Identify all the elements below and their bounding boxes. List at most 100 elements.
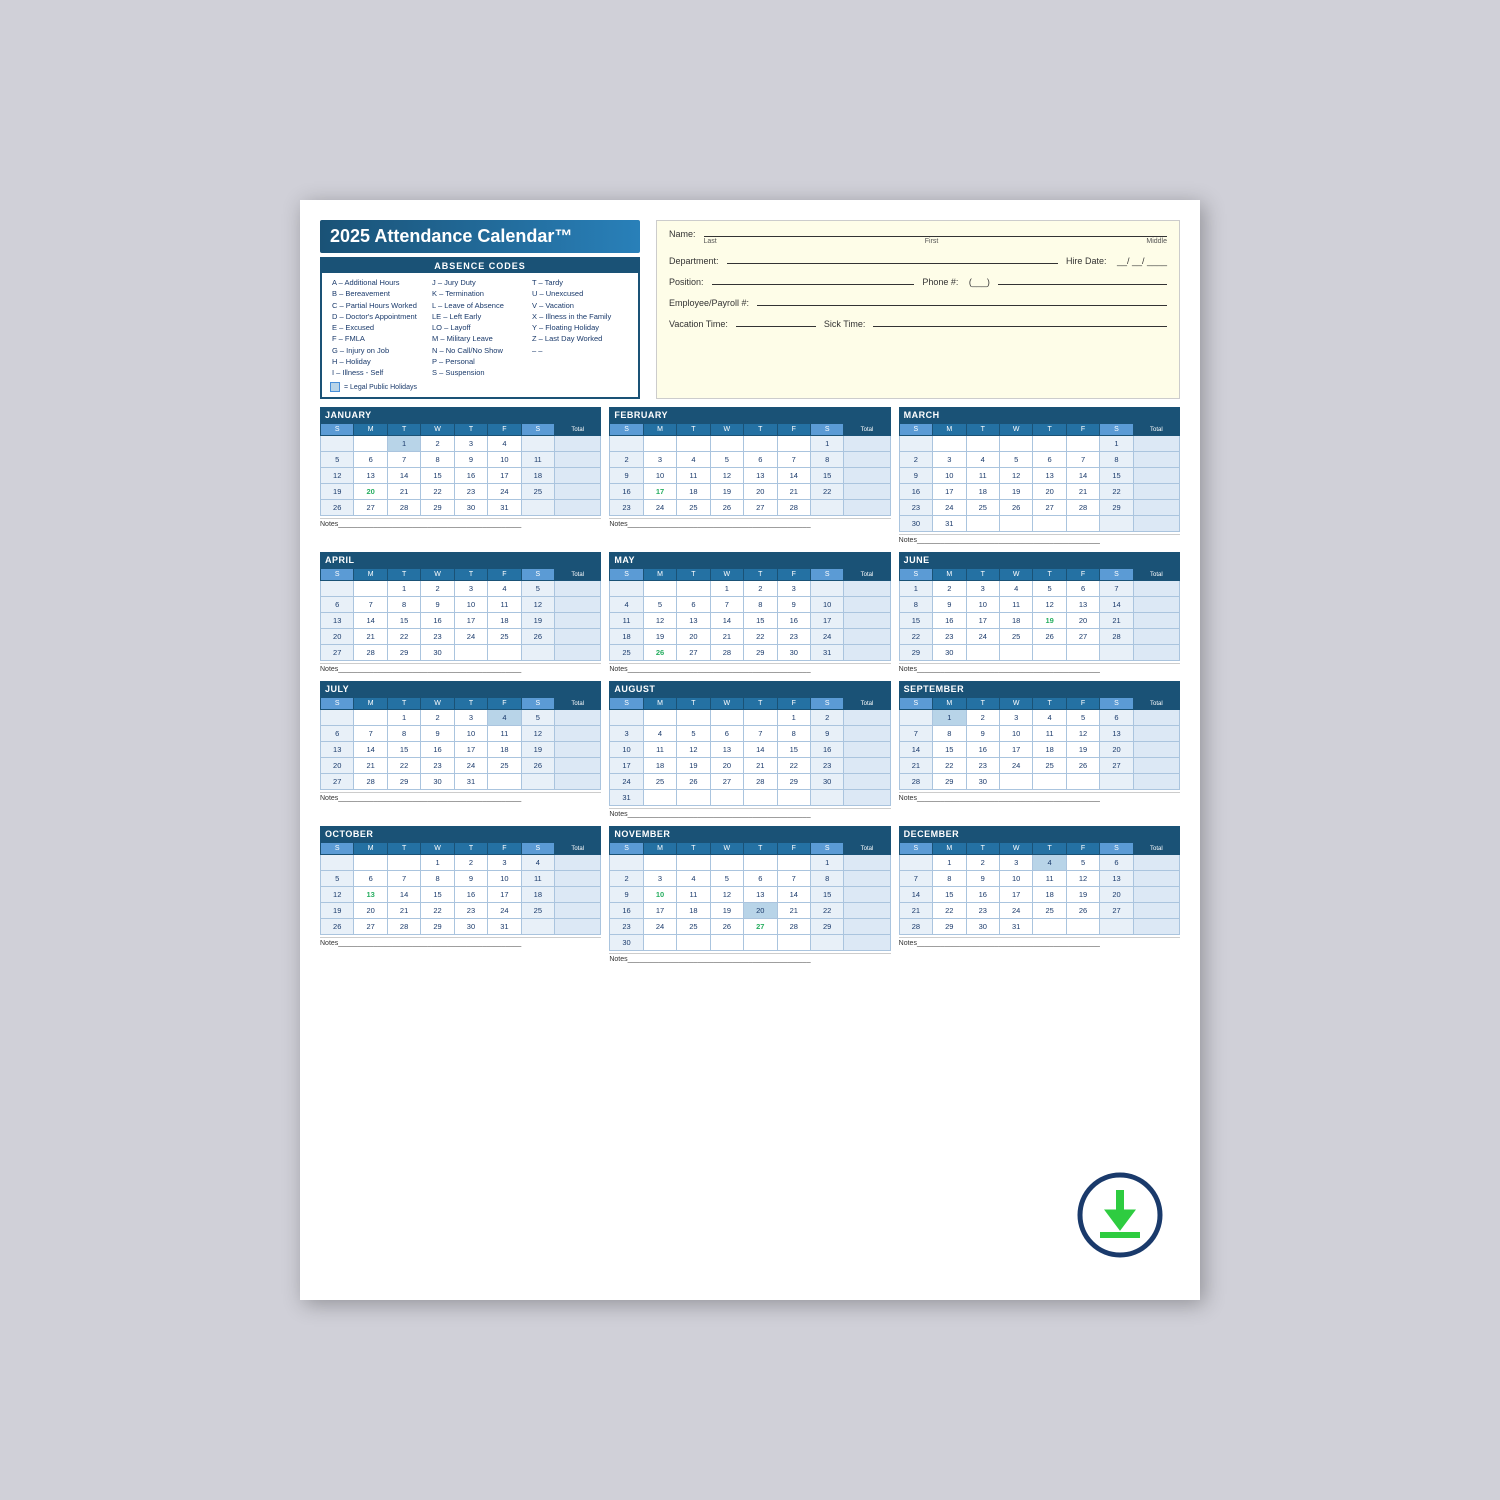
day-cell: 16 <box>610 903 643 919</box>
day-cell: 14 <box>899 742 932 758</box>
day-header: T <box>1033 843 1066 855</box>
day-cell: 18 <box>521 887 554 903</box>
day-header: T <box>454 698 487 710</box>
day-cell: 19 <box>710 484 743 500</box>
day-cell: 7 <box>1100 581 1133 597</box>
day-header: T <box>966 698 999 710</box>
day-cell: 8 <box>810 871 843 887</box>
day-cell: 29 <box>387 645 420 661</box>
notes-row: Notes___________________________________… <box>320 518 601 528</box>
day-cell <box>1100 645 1133 661</box>
day-cell: 13 <box>354 468 387 484</box>
month-header: JUNE <box>899 552 1180 568</box>
day-header: W <box>421 698 454 710</box>
day-cell <box>488 645 521 661</box>
total-cell <box>555 629 601 645</box>
day-cell <box>677 790 710 806</box>
day-cell: 28 <box>387 500 420 516</box>
day-header: Total <box>555 843 601 855</box>
day-cell: 18 <box>610 629 643 645</box>
day-header: Total <box>1133 424 1179 436</box>
day-cell: 20 <box>321 629 354 645</box>
day-cell: 13 <box>1066 597 1099 613</box>
day-header: F <box>1066 698 1099 710</box>
month-header: JANUARY <box>320 407 601 423</box>
day-cell: 9 <box>421 597 454 613</box>
notes-row: Notes___________________________________… <box>609 953 890 963</box>
day-header: Total <box>1133 569 1179 581</box>
table-row: 9101112131415 <box>899 468 1179 484</box>
day-cell: 6 <box>1033 452 1066 468</box>
day-header: W <box>710 424 743 436</box>
total-cell <box>1133 452 1179 468</box>
day-cell: 5 <box>999 452 1032 468</box>
day-header: M <box>933 843 966 855</box>
day-header: F <box>777 424 810 436</box>
day-header: Total <box>844 698 890 710</box>
day-header: S <box>899 569 932 581</box>
day-cell: 8 <box>899 597 932 613</box>
day-cell: 23 <box>966 903 999 919</box>
day-header: M <box>643 698 676 710</box>
month-header: SEPTEMBER <box>899 681 1180 697</box>
day-cell <box>899 855 932 871</box>
day-cell: 13 <box>1100 871 1133 887</box>
day-cell: 10 <box>966 597 999 613</box>
day-cell: 29 <box>421 500 454 516</box>
day-cell: 30 <box>810 774 843 790</box>
day-cell: 3 <box>933 452 966 468</box>
day-cell: 22 <box>387 758 420 774</box>
day-cell: 9 <box>810 726 843 742</box>
day-cell: 27 <box>710 774 743 790</box>
day-cell: 5 <box>521 581 554 597</box>
day-cell: 19 <box>521 613 554 629</box>
day-cell: 19 <box>999 484 1032 500</box>
sick-label: Sick Time: <box>824 319 866 329</box>
table-row: 20212223242526 <box>321 758 601 774</box>
day-cell <box>899 436 932 452</box>
hire-date-slots: __/ __/ ____ <box>1114 256 1167 266</box>
month-table: SMTWTFSTotal1234567891011121314151617181… <box>609 568 890 661</box>
middle-label: Middle <box>1146 238 1167 245</box>
day-cell: 14 <box>387 887 420 903</box>
table-row: 14151617181920 <box>899 742 1179 758</box>
day-cell: 2 <box>966 855 999 871</box>
day-cell: 23 <box>421 629 454 645</box>
day-cell: 26 <box>321 919 354 935</box>
code-item: LO – Layoff <box>432 322 528 333</box>
day-cell: 22 <box>933 903 966 919</box>
day-header: T <box>454 843 487 855</box>
day-cell: 10 <box>610 742 643 758</box>
table-row: 262728293031 <box>321 919 601 935</box>
day-header: T <box>966 843 999 855</box>
total-cell <box>1133 436 1179 452</box>
table-row: 18192021222324 <box>610 629 890 645</box>
day-header: S <box>1100 843 1133 855</box>
month-table: SMTWTFSTotal1234567891011121314151617181… <box>609 423 890 516</box>
download-overlay[interactable] <box>1070 1170 1170 1270</box>
day-cell: 6 <box>354 452 387 468</box>
day-cell <box>710 710 743 726</box>
day-cell: 31 <box>610 790 643 806</box>
day-cell: 24 <box>999 758 1032 774</box>
table-row: 23242526272829 <box>899 500 1179 516</box>
day-cell <box>810 935 843 951</box>
day-header: M <box>354 698 387 710</box>
total-cell <box>1133 710 1179 726</box>
day-cell <box>899 710 932 726</box>
day-cell: 17 <box>999 742 1032 758</box>
day-cell: 1 <box>899 581 932 597</box>
day-cell: 13 <box>744 887 777 903</box>
day-header: Total <box>1133 843 1179 855</box>
total-cell <box>1133 581 1179 597</box>
day-cell: 3 <box>610 726 643 742</box>
day-cell: 28 <box>777 919 810 935</box>
total-cell <box>1133 774 1179 790</box>
day-cell: 21 <box>899 903 932 919</box>
day-cell: 11 <box>677 887 710 903</box>
day-cell <box>521 645 554 661</box>
day-cell: 7 <box>777 452 810 468</box>
day-cell: 2 <box>454 855 487 871</box>
day-header: S <box>321 698 354 710</box>
day-cell: 20 <box>1066 613 1099 629</box>
